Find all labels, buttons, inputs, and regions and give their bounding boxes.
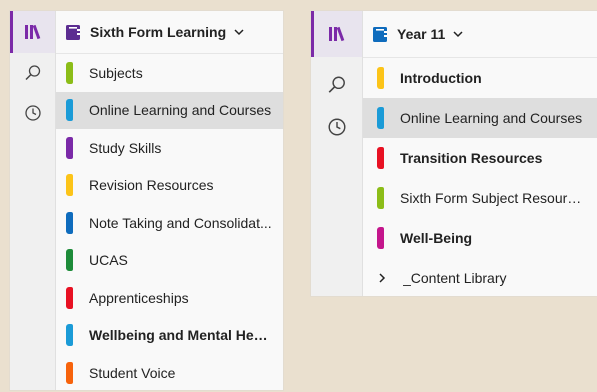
- notebook-icon: [66, 24, 80, 40]
- right-nav-rail: [311, 11, 363, 296]
- notebooks-button[interactable]: [10, 11, 55, 53]
- section-tab-icon: [66, 361, 73, 384]
- left-content: Sixth Form Learning Subjects Online Learn…: [56, 11, 283, 390]
- section-label: Sixth Form Subject Resources: [400, 190, 584, 206]
- section-item[interactable]: UCAS: [56, 242, 283, 280]
- section-tab-icon: [66, 174, 73, 197]
- search-icon: [24, 65, 40, 81]
- search-icon: [328, 76, 345, 93]
- section-item[interactable]: Apprenticeships: [56, 279, 283, 317]
- section-label: Student Voice: [89, 364, 176, 381]
- section-item[interactable]: Sixth Form Subject Resources: [363, 178, 597, 218]
- section-list: Introduction Online Learning and Courses T…: [363, 58, 597, 258]
- notebook-title: Sixth Form Learning: [90, 24, 227, 40]
- section-item[interactable]: Introduction: [363, 58, 597, 98]
- section-label: Revision Resources: [89, 177, 214, 194]
- left-nav-rail: [10, 11, 56, 390]
- section-label: Introduction: [400, 70, 482, 86]
- section-tab-icon: [66, 61, 73, 84]
- recent-icon: [328, 118, 345, 136]
- section-list: Subjects Online Learning and Courses Study…: [56, 54, 283, 392]
- section-tab-icon: [377, 187, 384, 209]
- chevron-down-icon: [234, 29, 244, 36]
- recent-icon: [24, 105, 41, 121]
- notebooks-icon: [24, 24, 40, 40]
- section-tab-icon: [66, 136, 73, 159]
- section-tab-icon: [66, 249, 73, 272]
- right-onenote-pane: Year 11 Introduction Online Learning and …: [311, 11, 597, 296]
- section-item[interactable]: Study Skills: [56, 129, 283, 167]
- section-item[interactable]: Note Taking and Consolidat...: [56, 204, 283, 242]
- section-label: Online Learning and Courses: [89, 102, 272, 119]
- chevron-right-icon: [379, 273, 386, 283]
- notebooks-icon: [328, 26, 344, 42]
- section-label: Online Learning and Courses: [400, 110, 583, 126]
- notebooks-button[interactable]: [311, 11, 362, 57]
- section-group-label: _Content Library: [403, 270, 507, 286]
- section-tab-icon: [377, 227, 384, 249]
- right-content: Year 11 Introduction Online Learning and …: [363, 11, 597, 296]
- section-item[interactable]: Well-Being: [363, 218, 597, 258]
- search-button[interactable]: [311, 71, 362, 99]
- notebook-switcher[interactable]: Year 11: [363, 11, 597, 58]
- section-label: UCAS: [89, 252, 128, 269]
- section-tab-icon: [377, 107, 384, 129]
- section-item[interactable]: Subjects: [56, 54, 283, 92]
- section-item[interactable]: Wellbeing and Mental Hea...: [56, 317, 283, 355]
- section-tab-icon: [66, 286, 73, 309]
- section-label: Well-Being: [400, 230, 473, 246]
- section-tab-icon: [377, 67, 384, 89]
- section-group-content-library[interactable]: _Content Library: [363, 258, 597, 298]
- section-label: Subjects: [89, 64, 143, 81]
- section-item[interactable]: Online Learning and Courses: [56, 91, 283, 129]
- section-label: Apprenticeships: [89, 289, 189, 306]
- section-item[interactable]: Revision Resources: [56, 167, 283, 205]
- notebook-title: Year 11: [397, 26, 446, 42]
- notebook-switcher[interactable]: Sixth Form Learning: [56, 11, 283, 54]
- section-tab-icon: [66, 324, 73, 347]
- section-tab-icon: [66, 211, 73, 234]
- search-button[interactable]: [10, 53, 55, 93]
- section-label: Transition Resources: [400, 150, 543, 166]
- section-label: Study Skills: [89, 139, 162, 156]
- section-item[interactable]: Online Learning and Courses: [363, 98, 597, 138]
- left-onenote-pane: Sixth Form Learning Subjects Online Learn…: [10, 11, 283, 390]
- recent-button[interactable]: [311, 113, 362, 141]
- chevron-down-icon: [453, 31, 463, 38]
- section-label: Wellbeing and Mental Hea...: [89, 327, 273, 344]
- section-label: Note Taking and Consolidat...: [89, 214, 272, 231]
- recent-button[interactable]: [10, 93, 55, 133]
- section-item[interactable]: Student Voice: [56, 354, 283, 392]
- section-tab-icon: [377, 147, 384, 169]
- notebook-icon: [373, 26, 387, 42]
- section-item[interactable]: Transition Resources: [363, 138, 597, 178]
- section-tab-icon: [66, 99, 73, 122]
